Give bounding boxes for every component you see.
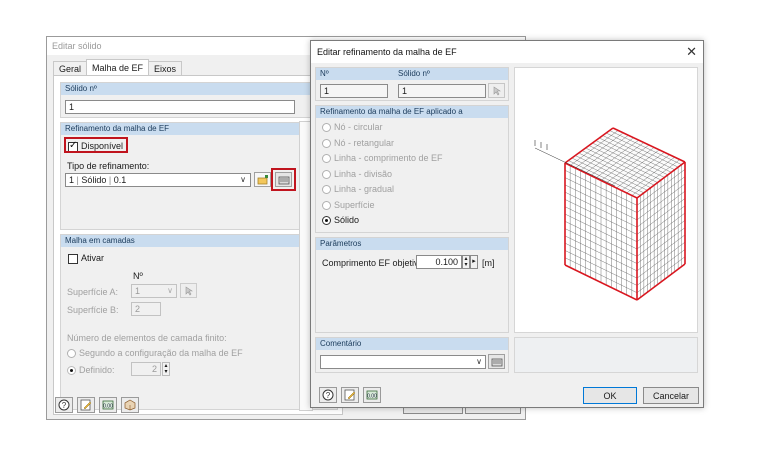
applied-option-radio[interactable] <box>322 138 331 148</box>
refinement-group: Refinamento da malha de EF Disponível Ti… <box>60 122 338 230</box>
applied-option-radio[interactable] <box>322 123 331 132</box>
layered-no-header: Nº <box>133 271 143 281</box>
mesh-preview <box>514 67 698 333</box>
option-config-radio[interactable] <box>67 349 76 358</box>
ids-header: Nº Sólido nº <box>316 68 508 80</box>
applied-option-label: Linha - gradual <box>334 184 395 194</box>
pick-icon[interactable] <box>488 83 505 98</box>
edit-item-highlight <box>271 168 296 191</box>
applied-option-radio[interactable] <box>322 169 331 179</box>
tab-axes[interactable]: Eixos <box>148 61 183 75</box>
pick-icon[interactable] <box>180 283 197 298</box>
layered-mesh-header: Malha em camadas <box>61 235 337 247</box>
tab-bar: Geral Malha de EF Eixos <box>53 59 183 75</box>
finite-layers-label: Número de elementos de camada finito: <box>67 333 227 343</box>
tab-general[interactable]: Geral <box>53 61 88 75</box>
edit-icon[interactable] <box>77 397 95 413</box>
chevron-down-icon[interactable]: ∨ <box>164 285 176 297</box>
activate-label: Ativar <box>81 253 105 263</box>
units-icon[interactable]: 0.00 <box>99 397 117 413</box>
target-length-field[interactable]: 0.100 <box>416 255 462 269</box>
option-defined-radio[interactable] <box>67 366 76 375</box>
comment-side-panel <box>514 337 698 373</box>
comment-header: Comentário <box>316 338 508 350</box>
refinement-header: Refinamento da malha de EF <box>61 123 337 135</box>
close-icon[interactable]: ✕ <box>686 44 697 60</box>
option-defined-label: Definido: <box>79 365 115 375</box>
target-length-step[interactable]: ▸ <box>470 255 478 269</box>
back-toolbar: ? 0.00 <box>55 397 139 413</box>
solid-no-field[interactable]: 1 <box>65 100 295 114</box>
edit-icon[interactable] <box>341 387 359 403</box>
applied-to-header: Refinamento da malha de EF aplicado a <box>316 106 508 118</box>
layered-mesh-group: Malha em camadas Ativar Nº Superfície A:… <box>60 234 338 410</box>
svg-text:0.00: 0.00 <box>367 394 377 400</box>
units-icon[interactable]: 0.00 <box>363 387 381 403</box>
help-icon[interactable]: ? <box>55 397 73 413</box>
chevron-down-icon[interactable]: ∨ <box>473 356 485 368</box>
surface-a-label: Superfície A: <box>67 287 119 297</box>
available-highlight <box>64 137 128 153</box>
new-icon[interactable] <box>254 172 271 187</box>
applied-to-group: Refinamento da malha de EF aplicado a Nó… <box>315 105 509 233</box>
front-toolbar: ? 0.00 <box>319 387 381 403</box>
target-length-label: Comprimento EF objetivo: <box>322 258 427 268</box>
mesh-cube-graphic <box>534 127 686 301</box>
refinement-type-value: 0.1 <box>113 175 127 185</box>
chevron-down-icon[interactable]: ∨ <box>237 174 249 186</box>
ok-button[interactable]: OK <box>583 387 637 404</box>
applied-option-label: Sólido <box>334 215 360 225</box>
refinement-type-no: 1 <box>69 175 75 185</box>
applied-option-radio[interactable] <box>322 154 331 163</box>
refinement-type-select[interactable]: 1 | Sólido | 0.1 <box>65 173 251 187</box>
applied-option-label: Nó - retangular <box>334 137 395 148</box>
surface-b-field[interactable]: 2 <box>131 302 161 316</box>
applied-option-label: Linha - comprimento de EF <box>334 153 443 163</box>
target-length-unit: [m] <box>482 258 495 268</box>
edit-mesh-refinement-dialog: Editar refinamento da malha de EF ✕ Nº S… <box>310 40 704 408</box>
solid-no-header-front: Sólido nº <box>398 69 430 78</box>
surface-b-label: Superfície B: <box>67 305 119 315</box>
solid-no-field-front[interactable]: 1 <box>398 84 486 98</box>
edit-item-icon[interactable] <box>488 354 505 369</box>
refinement-type-kind: Sólido <box>81 175 107 185</box>
solid-no-group: Sólido nº 1 <box>60 82 338 118</box>
applied-option-label: Superfície <box>334 199 375 210</box>
model-icon[interactable] <box>121 397 139 413</box>
svg-text:?: ? <box>62 401 67 410</box>
parameters-header: Parâmetros <box>316 238 508 250</box>
defined-spinner[interactable]: ▴ ▾ <box>162 362 170 376</box>
applied-option-radio[interactable] <box>322 216 331 225</box>
defined-value-field[interactable]: 2 <box>131 362 161 376</box>
no-field[interactable]: 1 <box>320 84 388 98</box>
svg-text:?: ? <box>326 391 331 400</box>
target-length-spinner[interactable]: ▴ ▾ <box>462 255 470 269</box>
applied-option-radio[interactable] <box>322 200 331 210</box>
applied-option-radio[interactable] <box>322 185 331 194</box>
ids-group: Nº Sólido nº 1 1 <box>315 67 509 101</box>
cancel-button[interactable]: Cancelar <box>643 387 699 404</box>
applied-option-label: Nó - circular <box>334 122 383 132</box>
option-config-label: Segundo a configuração da malha de EF <box>79 348 243 358</box>
solid-no-header: Sólido nº <box>61 83 337 95</box>
refinement-type-label: Tipo de refinamento: <box>67 161 150 171</box>
help-icon[interactable]: ? <box>319 387 337 403</box>
svg-text:0.00: 0.00 <box>103 404 113 410</box>
activate-checkbox[interactable] <box>68 254 78 264</box>
parameters-group: Parâmetros Comprimento EF objetivo: 0.10… <box>315 237 509 333</box>
comment-field[interactable] <box>320 355 486 369</box>
comment-group: Comentário ∨ <box>315 337 509 373</box>
tab-fe-mesh[interactable]: Malha de EF <box>86 59 150 75</box>
no-header: Nº <box>320 69 329 78</box>
applied-option-label: Linha - divisão <box>334 168 393 179</box>
mesh-refinement-title: Editar refinamento da malha de EF <box>311 41 703 63</box>
